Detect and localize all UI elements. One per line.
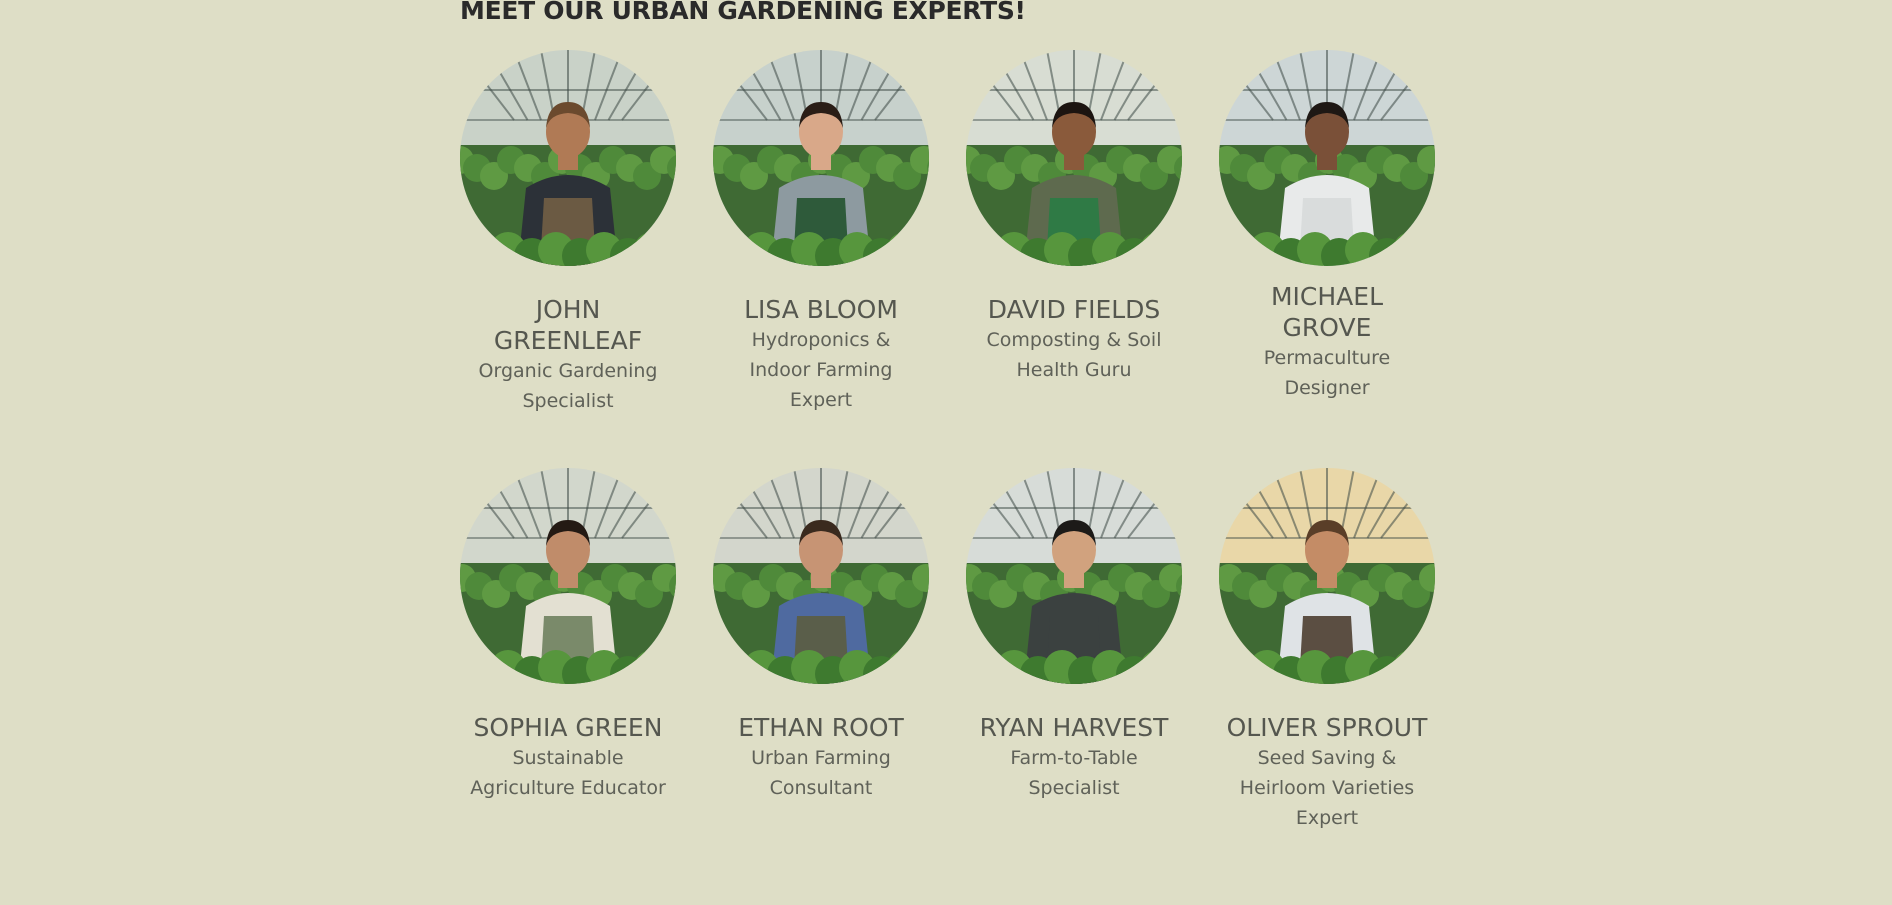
section-title: MEET OUR URBAN GARDENING EXPERTS! (460, 0, 1026, 25)
expert-card: JOHN GREENLEAF Organic Gardening Special… (460, 50, 676, 416)
expert-card: DAVID FIELDS Composting & Soil Health Gu… (966, 50, 1182, 385)
expert-name: RYAN HARVEST (979, 713, 1169, 742)
greenhouse-person-icon (966, 50, 1182, 266)
expert-photo (1219, 468, 1435, 684)
expert-photo (966, 468, 1182, 684)
greenhouse-person-icon (460, 468, 676, 684)
expert-photo (713, 468, 929, 684)
expert-name: LISA BLOOM (744, 295, 898, 324)
expert-role: Permaculture Designer (1263, 347, 1391, 399)
expert-role: Farm-to-Table Specialist (1010, 747, 1138, 799)
greenhouse-person-icon (713, 50, 929, 266)
expert-name: MICHAEL GROVE (1270, 282, 1384, 342)
expert-card: LISA BLOOM Hydroponics & Indoor Farming … (713, 50, 929, 415)
expert-card: OLIVER SPROUT Seed Saving & Heirloom Var… (1219, 468, 1435, 833)
expert-photo (460, 468, 676, 684)
expert-card: MICHAEL GROVE Permaculture Designer (1219, 50, 1435, 403)
experts-section: MEET OUR URBAN GARDENING EXPERTS! JOHN G… (0, 0, 1892, 905)
expert-role: Sustainable Agriculture Educator (470, 747, 666, 799)
greenhouse-person-icon (460, 50, 676, 266)
expert-card: SOPHIA GREEN Sustainable Agriculture Edu… (460, 468, 676, 803)
expert-photo (713, 50, 929, 266)
expert-name: SOPHIA GREEN (473, 713, 663, 742)
expert-card: ETHAN ROOT Urban Farming Consultant (713, 468, 929, 803)
greenhouse-person-icon (713, 468, 929, 684)
expert-name: JOHN GREENLEAF (493, 295, 643, 355)
expert-role: Seed Saving & Heirloom Varieties Expert (1239, 747, 1415, 829)
expert-role: Composting & Soil Health Guru (986, 329, 1162, 381)
expert-name: OLIVER SPROUT (1226, 713, 1428, 742)
expert-photo (1219, 50, 1435, 266)
expert-role: Organic Gardening Specialist (478, 360, 658, 412)
greenhouse-person-icon (966, 468, 1182, 684)
expert-name: ETHAN ROOT (738, 713, 904, 742)
expert-photo (966, 50, 1182, 266)
greenhouse-person-icon (1219, 50, 1435, 266)
expert-name: DAVID FIELDS (987, 295, 1161, 324)
expert-photo (460, 50, 676, 266)
greenhouse-person-icon (1219, 468, 1435, 684)
expert-role: Urban Farming Consultant (751, 747, 891, 799)
expert-role: Hydroponics & Indoor Farming Expert (749, 329, 893, 411)
expert-card: RYAN HARVEST Farm-to-Table Specialist (966, 468, 1182, 803)
